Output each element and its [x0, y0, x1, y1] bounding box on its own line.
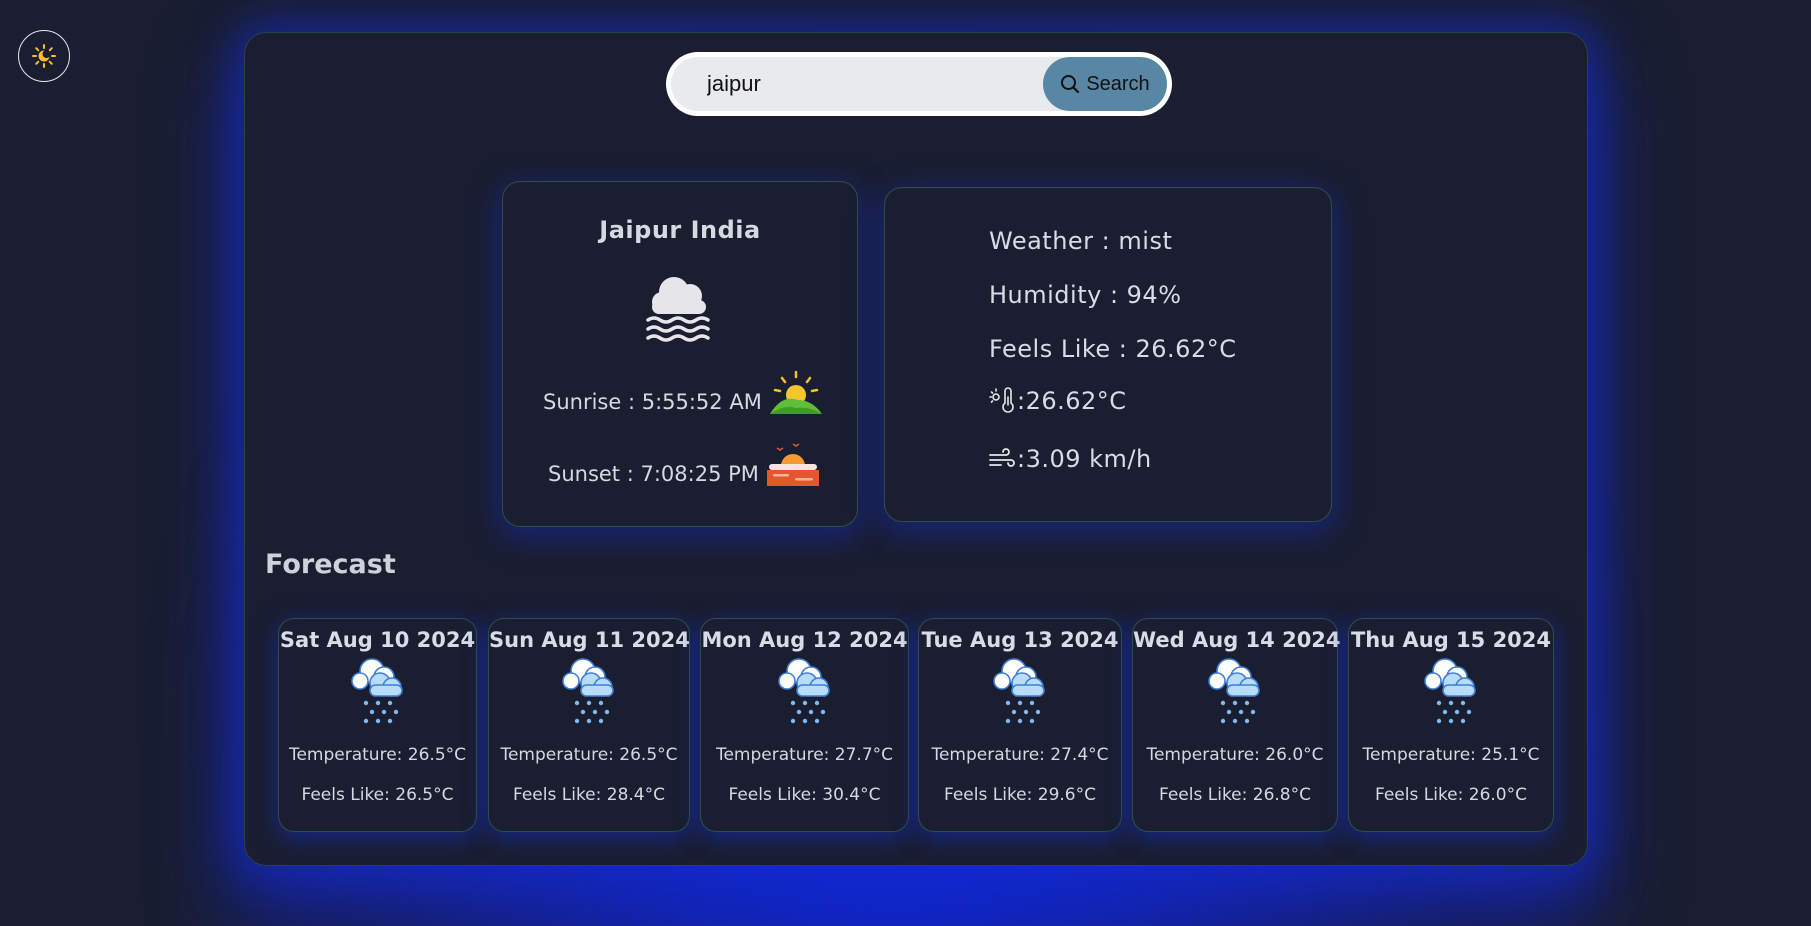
snow-cloud-icon: [350, 658, 403, 724]
mist-icon: [646, 277, 710, 342]
forecast-temperature: Temperature: 25.1°C: [1362, 745, 1540, 765]
forecast-icon: [988, 655, 1052, 729]
forecast-icon: [1203, 655, 1267, 729]
forecast-card: Thu Aug 15 2024 Temperature: 25.1°C Feel…: [1348, 618, 1554, 832]
feels-like: Feels Like : 26.62°C: [989, 335, 1237, 363]
forecast-feels-like: Feels Like: 26.5°C: [301, 785, 454, 805]
forecast-icon: [773, 655, 837, 729]
weather-details-card: Weather : mist Humidity : 94% Feels Like…: [884, 187, 1332, 522]
forecast-temperature: Temperature: 27.4°C: [931, 745, 1109, 765]
snow-cloud-icon: [777, 658, 830, 724]
forecast-date: Wed Aug 14 2024: [1133, 628, 1341, 652]
forecast-icon: [557, 655, 621, 729]
weather-condition: Weather : mist: [989, 227, 1173, 255]
forecast-temperature: Temperature: 26.5°C: [500, 745, 678, 765]
city-name: Jaipur India: [599, 216, 761, 244]
forecast-card: Sun Aug 11 2024 Temperature: 26.5°C Feel…: [488, 618, 690, 832]
sunset-icon: [766, 443, 819, 486]
forecast-icon: [346, 655, 410, 729]
forecast-date: Tue Aug 13 2024: [921, 628, 1119, 652]
search-button[interactable]: Search: [1043, 57, 1167, 111]
sunset-text: Sunset : 7:08:25 PM: [548, 462, 759, 486]
forecast-temperature: Temperature: 26.0°C: [1146, 745, 1324, 765]
forecast-card: Wed Aug 14 2024 Temperature: 26.0°C Feel…: [1132, 618, 1341, 832]
search-button-label: Search: [1086, 72, 1150, 95]
temperature-value: :26.62°C: [1017, 387, 1127, 415]
forecast-card: Tue Aug 13 2024 Temperature: 27.4°C Feel…: [918, 618, 1122, 832]
temperature-row: :26.62°C: [989, 387, 1127, 415]
wind-icon: [989, 448, 1015, 467]
forecast-card: Mon Aug 12 2024 Temperature: 27.7°C Feel…: [700, 618, 909, 832]
sunset-row: Sunset : 7:08:25 PM: [548, 442, 819, 486]
forecast-temperature: Temperature: 27.7°C: [715, 745, 894, 765]
thermometer-icon: [989, 387, 1014, 413]
forecast-date: Mon Aug 12 2024: [701, 628, 908, 652]
snow-cloud-icon: [993, 658, 1045, 724]
search-input[interactable]: [707, 71, 1063, 97]
forecast-feels-like: Feels Like: 26.8°C: [1159, 785, 1311, 805]
forecast-card: Sat Aug 10 2024 Temperature: 26.5°C Feel…: [278, 618, 477, 832]
snow-cloud-icon: [1424, 658, 1476, 724]
wind-row: :3.09 km/h: [989, 445, 1152, 473]
humidity: Humidity : 94%: [989, 281, 1182, 309]
forecast-heading: Forecast: [265, 549, 396, 580]
current-city-card: Jaipur India Sunrise : 5:55:52 AM Sunset…: [502, 181, 858, 527]
snow-cloud-icon: [562, 658, 614, 724]
forecast-temperature: Temperature: 26.5°C: [288, 745, 467, 765]
forecast-feels-like: Feels Like: 28.4°C: [513, 785, 665, 805]
sunrise-text: Sunrise : 5:55:52 AM: [543, 390, 762, 414]
forecast-icon: [1419, 655, 1483, 729]
sunrise-row: Sunrise : 5:55:52 AM: [543, 370, 822, 414]
forecast-date: Sun Aug 11 2024: [489, 628, 690, 652]
forecast-date: Sat Aug 10 2024: [279, 628, 476, 652]
snow-cloud-icon: [1208, 658, 1260, 724]
magnifier-icon: [1061, 75, 1080, 94]
search-field-wrapper: [671, 57, 1063, 111]
forecast-feels-like: Feels Like: 29.6°C: [944, 785, 1096, 805]
theme-toggle-button[interactable]: [18, 30, 70, 82]
sunrise-icon: [769, 370, 822, 414]
wind-value: :3.09 km/h: [1017, 445, 1152, 473]
forecast-feels-like: Feels Like: 30.4°C: [728, 785, 881, 805]
sun-moon-icon: [32, 44, 56, 68]
search-bar: Search: [666, 52, 1172, 116]
forecast-date: Thu Aug 15 2024: [1350, 628, 1552, 652]
forecast-feels-like: Feels Like: 26.0°C: [1375, 785, 1527, 805]
